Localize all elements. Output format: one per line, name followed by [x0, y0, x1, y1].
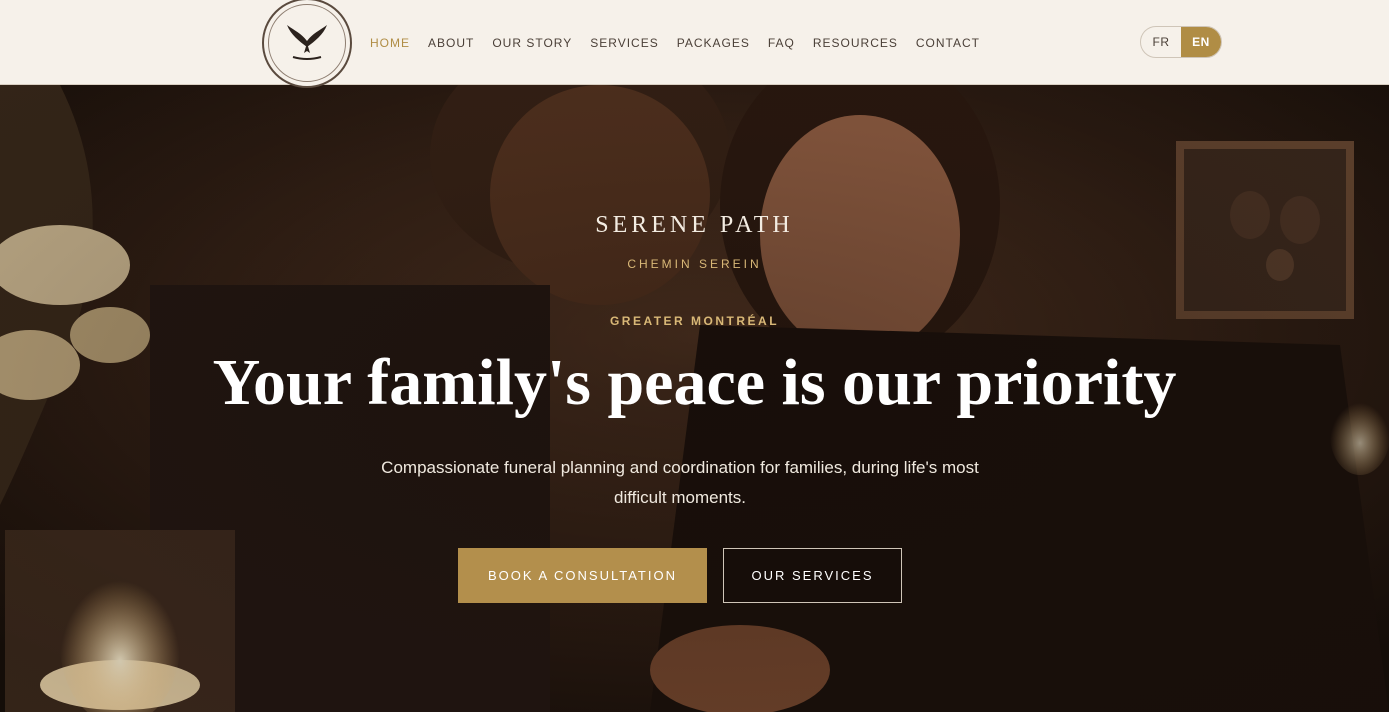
- nav-our-story[interactable]: OUR STORY: [492, 36, 572, 50]
- nav-contact[interactable]: CONTACT: [916, 36, 980, 50]
- language-switcher: FR EN: [1140, 26, 1222, 58]
- site-header: HOME ABOUT OUR STORY SERVICES PACKAGES F…: [0, 0, 1389, 88]
- nav-resources[interactable]: RESOURCES: [813, 36, 898, 50]
- hero-headline: Your family's peace is our priority: [212, 346, 1177, 419]
- dove-icon: [287, 25, 327, 60]
- nav-packages[interactable]: PACKAGES: [677, 36, 750, 50]
- hero-tagline: Compassionate funeral planning and coord…: [381, 458, 979, 507]
- brand-subtitle: CHEMIN SEREIN: [627, 257, 762, 271]
- brand-name: SERENE PATH: [595, 212, 794, 238]
- location-label: GREATER MONTRÉAL: [609, 314, 780, 328]
- lang-en-button[interactable]: EN: [1181, 27, 1221, 57]
- book-consultation-button[interactable]: BOOK A CONSULTATION: [458, 548, 707, 603]
- hero-section: SERENE PATH CHEMIN SEREIN GREATER MONTRÉ…: [0, 85, 1389, 712]
- nav-services[interactable]: SERVICES: [590, 36, 658, 50]
- lang-fr-button[interactable]: FR: [1141, 27, 1181, 57]
- logo[interactable]: [262, 0, 352, 88]
- nav-faq[interactable]: FAQ: [768, 36, 795, 50]
- nav-about[interactable]: ABOUT: [428, 36, 474, 50]
- our-services-button[interactable]: OUR SERVICES: [723, 548, 902, 603]
- main-nav: HOME ABOUT OUR STORY SERVICES PACKAGES F…: [370, 0, 998, 85]
- nav-home[interactable]: HOME: [370, 36, 410, 50]
